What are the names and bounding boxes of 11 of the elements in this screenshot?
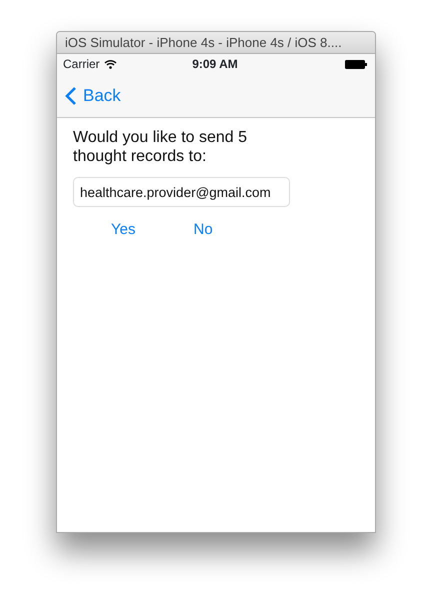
answer-button[interactable]: Yes	[107, 217, 140, 244]
email-field[interactable]: healthcare.provider@gmail.com	[73, 177, 290, 207]
message-text: Would you like to send 5 thought records to:	[73, 128, 248, 166]
carrier-label: Carrier	[63, 56, 100, 73]
back-button[interactable]: Back	[65, 82, 121, 108]
window-title: iOS Simulator - iPhone 4s - iPhone 4s / iOS 8....	[57, 32, 375, 54]
chevron-icon	[65, 86, 77, 106]
wifi-icon	[104, 59, 117, 69]
status-time: 9:09 AM	[192, 56, 238, 73]
answer-button[interactable]: No	[189, 217, 217, 244]
battery-icon	[344, 60, 367, 68]
